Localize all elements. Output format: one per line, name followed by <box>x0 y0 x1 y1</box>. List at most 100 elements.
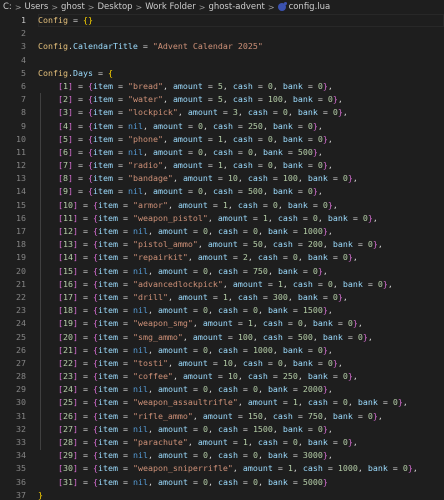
code-editor[interactable]: 1 2 3 4 5 6 7 8 9 10 11 12 13 14 15 16 17 18 19 20 21 22 23 24 2… <box>0 14 444 500</box>
code-line[interactable]: [23] = {item = "coffee", amount = 10, ca… <box>38 370 444 383</box>
code-line[interactable]: [20] = {item = "smg_ammo", amount = 100,… <box>38 331 444 344</box>
breadcrumb-item[interactable]: Desktop <box>97 2 132 12</box>
code-line[interactable]: [13] = {item = "pistol_ammo", amount = 5… <box>38 238 444 251</box>
code-token: = <box>117 226 133 236</box>
code-token: , <box>377 239 383 250</box>
code-token: = <box>287 384 303 395</box>
code-line[interactable]: Config.Days = { <box>38 67 444 80</box>
code-token: amount <box>157 384 188 395</box>
breadcrumb-item[interactable]: ghost-advent <box>208 2 264 12</box>
code-token: = <box>287 450 303 461</box>
code-line[interactable] <box>38 27 444 40</box>
code-line[interactable]: [1] = {item = "bread", amount = 5, cash … <box>38 80 444 93</box>
code-line[interactable]: [5] = {item = "phone", amount = 1, cash … <box>38 133 444 146</box>
code-token: "smg_ammo" <box>132 331 183 342</box>
code-token: = <box>217 107 233 118</box>
code-token: = <box>212 173 228 184</box>
code-token: 50 <box>252 239 263 250</box>
code-line[interactable]: [22] = {item = "tosti", amount = 10, cas… <box>38 357 444 370</box>
code-token: = <box>117 331 133 342</box>
line-number: 33 <box>16 437 26 447</box>
code-token: = <box>112 133 128 144</box>
breadcrumb-item[interactable]: ghost <box>61 2 85 12</box>
breadcrumb-item[interactable]: Users <box>25 2 49 12</box>
code-token: , <box>282 278 293 289</box>
code-line[interactable]: [9] = {item = nil, amount = 0, cash = 50… <box>38 185 444 198</box>
code-line[interactable]: [16] = {item = "advancedlockpick", amoun… <box>38 278 444 291</box>
breadcrumb-item[interactable]: C: <box>3 2 12 12</box>
code-token: amount <box>152 146 183 157</box>
code-line[interactable]: Config.CalendarTitle = "Advent Calendar … <box>38 40 444 53</box>
code-line[interactable]: [3] = {item = "lockpick", amount = 3, ca… <box>38 106 444 119</box>
code-line[interactable]: [27] = {item = nil, amount = 0, cash = 1… <box>38 423 444 436</box>
code-token: bank <box>282 423 303 434</box>
code-line[interactable]: [29] = {item = nil, amount = 0, cash = 0… <box>38 449 444 462</box>
code-token: bank <box>282 344 303 355</box>
code-line[interactable]: [21] = {item = nil, amount = 0, cash = 1… <box>38 344 444 357</box>
code-area[interactable]: Config = {} Config.CalendarTitle = "Adven… <box>38 14 444 500</box>
code-line[interactable]: [31] = {item = nil, amount = 0, cash = 0… <box>38 476 444 489</box>
code-line[interactable]: [2] = {item = "water", amount = 5, cash … <box>38 93 444 106</box>
code-token: = <box>257 291 273 302</box>
code-token: item <box>97 239 118 250</box>
code-line[interactable]: [6] = {item = nil, amount = 0, cash = 0,… <box>38 146 444 159</box>
code-line[interactable] <box>38 54 444 67</box>
code-token: "advancedlockpick" <box>132 278 223 289</box>
code-token: = <box>182 186 198 197</box>
code-line[interactable]: [8] = {item = "bandage", amount = 10, ca… <box>38 172 444 185</box>
breadcrumb-item[interactable]: Work Folder <box>145 2 196 12</box>
code-token: , <box>142 186 153 197</box>
code-token: , <box>207 450 218 461</box>
code-token: = <box>302 344 318 355</box>
code-token: = <box>252 94 268 105</box>
code-token: item <box>92 146 113 157</box>
line-number: 14 <box>16 186 26 197</box>
code-line[interactable]: [18] = {item = nil, amount = 0, cash = 0… <box>38 304 444 317</box>
code-token: 14 <box>62 252 73 263</box>
code-token: , <box>162 80 173 91</box>
code-token: 10 <box>62 199 73 210</box>
code-line[interactable]: [17] = {item = "drill", amount = 1, cash… <box>38 291 444 304</box>
code-token: = <box>237 450 253 461</box>
code-token: = <box>117 278 133 289</box>
code-token: "weapon_sniperrifle" <box>132 463 233 474</box>
line-number: 6 <box>21 80 26 91</box>
code-line[interactable]: [15] = {item = nil, amount = 0, cash = 7… <box>38 265 444 278</box>
code-token: , <box>222 278 233 289</box>
code-token: cash <box>212 120 233 131</box>
code-token: amount <box>172 94 203 105</box>
code-token: item <box>97 344 118 355</box>
code-line[interactable]: [14] = {item = "repairkit", amount = 2, … <box>38 251 444 264</box>
code-line[interactable]: } <box>38 489 444 500</box>
code-line[interactable]: [28] = {item = "parachute", amount = 1, … <box>38 436 444 449</box>
code-token: = <box>327 371 343 382</box>
code-token: , <box>237 173 248 184</box>
breadcrumb[interactable]: C: > Users > ghost > Desktop > Work Folder > ghost… <box>0 0 444 14</box>
code-line[interactable]: [25] = {item = "weapon_assaultrifle", am… <box>38 396 444 409</box>
code-line[interactable]: [24] = {item = nil, amount = 0, cash = 0… <box>38 383 444 396</box>
code-line[interactable]: [10] = {item = "armor", amount = 1, cash… <box>38 199 444 212</box>
code-line[interactable]: [11] = {item = "weapon_pistol", amount =… <box>38 212 444 225</box>
code-token: nil <box>132 423 148 434</box>
code-line[interactable]: [19] = {item = "weapon_smg", amount = 1,… <box>38 317 444 330</box>
code-line[interactable]: [26] = {item = "rifle_ammo", amount = 15… <box>38 410 444 423</box>
code-token: = <box>387 463 403 474</box>
code-line[interactable]: [30] = {item = "weapon_sniperrifle", amo… <box>38 462 444 475</box>
code-token: amount <box>177 291 208 302</box>
code-line[interactable]: [4] = {item = nil, amount = 0, cash = 25… <box>38 120 444 133</box>
code-token: = <box>297 265 313 276</box>
code-line[interactable]: [12] = {item = nil, amount = 0, cash = 0… <box>38 225 444 238</box>
line-number: 20 <box>16 265 26 276</box>
code-token: , <box>222 133 233 144</box>
code-token: = <box>237 305 253 316</box>
code-token: = <box>272 463 288 474</box>
code-token: , <box>147 265 158 276</box>
code-token: "coffee" <box>132 371 173 382</box>
code-line[interactable]: Config = {} <box>38 14 444 27</box>
code-line[interactable]: [7] = {item = "radio", amount = 1, cash … <box>38 159 444 172</box>
code-token: , <box>182 331 193 342</box>
line-number: 26 <box>16 344 26 355</box>
breadcrumb-file[interactable]: config.lua <box>289 2 331 12</box>
